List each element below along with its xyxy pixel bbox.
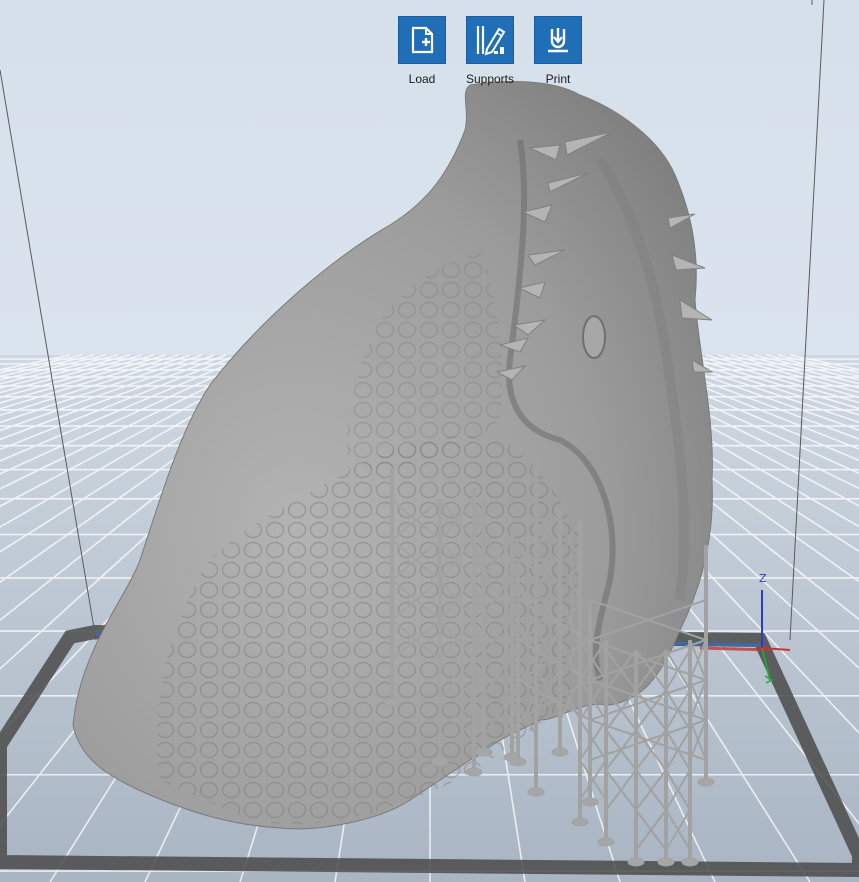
support-foot bbox=[627, 857, 645, 867]
plate-edge-red bbox=[699, 646, 771, 652]
print-label: Print bbox=[545, 72, 571, 86]
supports-button[interactable]: Supports bbox=[458, 16, 522, 86]
support-foot bbox=[509, 757, 527, 767]
support-foot bbox=[597, 837, 615, 847]
support-foot bbox=[431, 757, 449, 767]
load-button[interactable]: Load bbox=[390, 16, 454, 86]
support-foot bbox=[657, 857, 675, 867]
support-foot bbox=[581, 797, 599, 807]
axis-z-label: Z bbox=[759, 572, 767, 585]
supports-pencil-icon[interactable] bbox=[466, 16, 514, 64]
support-foot bbox=[465, 767, 483, 777]
print-button[interactable]: Print bbox=[526, 16, 590, 86]
support-foot bbox=[551, 747, 569, 757]
3d-viewport[interactable] bbox=[0, 0, 859, 882]
support-foot bbox=[681, 857, 699, 867]
support-foot bbox=[571, 817, 589, 827]
eye bbox=[582, 315, 606, 359]
support-foot bbox=[697, 777, 715, 787]
supports-label: Supports bbox=[465, 72, 515, 86]
support-foot bbox=[527, 787, 545, 797]
load-file-icon[interactable] bbox=[398, 16, 446, 64]
support-foot bbox=[475, 747, 493, 757]
main-toolbar: Load Supports Print bbox=[396, 16, 586, 92]
load-label: Load bbox=[408, 72, 436, 86]
support-foot bbox=[383, 697, 401, 707]
print-download-icon[interactable] bbox=[534, 16, 582, 64]
